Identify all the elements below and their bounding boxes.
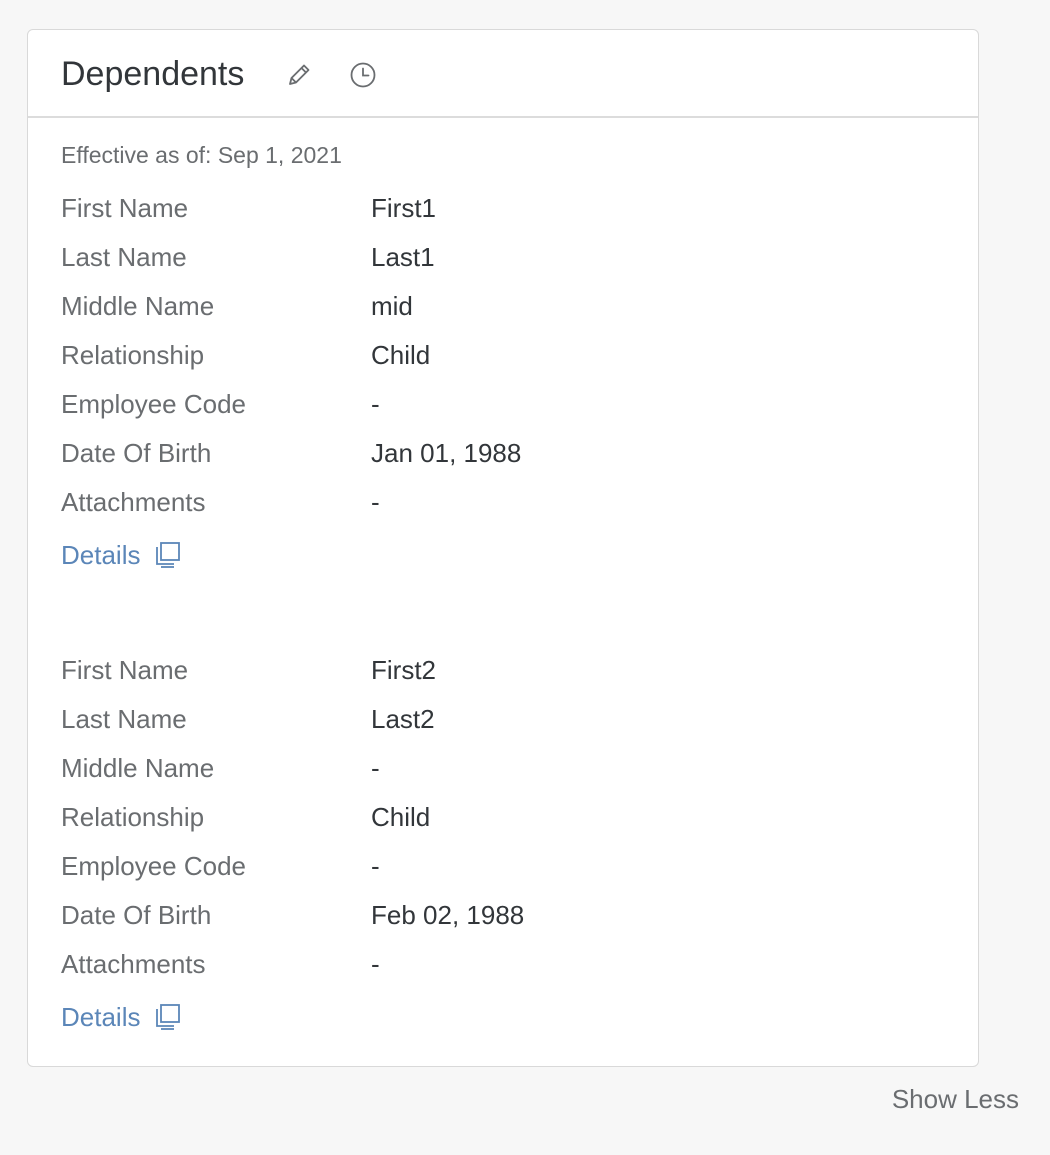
field-value: - — [371, 389, 380, 419]
field-label: Last Name — [61, 242, 187, 272]
card-title: Dependents — [61, 55, 245, 93]
field-row-employee-code: Employee Code - — [61, 842, 941, 891]
clock-icon[interactable] — [348, 60, 378, 90]
field-value: - — [371, 487, 380, 517]
field-row-employee-code: Employee Code - — [61, 380, 941, 429]
details-link[interactable]: Details — [61, 999, 182, 1035]
field-value: - — [371, 851, 380, 881]
field-value: Feb 02, 1988 — [371, 900, 525, 930]
field-label: Middle Name — [61, 753, 215, 783]
field-row-relationship: Relationship Child — [61, 331, 941, 380]
field-value: Last2 — [371, 704, 435, 734]
show-less-button[interactable]: Show Less — [892, 1084, 1019, 1115]
field-value: - — [371, 949, 380, 979]
field-row-attachments: Attachments - — [61, 940, 941, 989]
open-dialog-icon — [152, 1002, 182, 1032]
field-value: Jan 01, 1988 — [371, 438, 522, 468]
open-dialog-icon — [152, 540, 182, 570]
field-label: Date Of Birth — [61, 438, 212, 468]
field-label: Middle Name — [61, 291, 215, 321]
field-value: Child — [371, 802, 431, 832]
field-label: Relationship — [61, 802, 205, 832]
field-row-attachments: Attachments - — [61, 478, 941, 527]
field-row-middle-name: Middle Name mid — [61, 282, 941, 331]
details-link[interactable]: Details — [61, 537, 182, 573]
effective-date: Effective as of: Sep 1, 2021 — [61, 142, 342, 168]
field-row-last-name: Last Name Last1 — [61, 233, 941, 282]
field-row-middle-name: Middle Name - — [61, 744, 941, 793]
details-label: Details — [61, 1001, 141, 1032]
field-label: First Name — [61, 655, 189, 685]
field-row-date-of-birth: Date Of Birth Jan 01, 1988 — [61, 429, 941, 478]
details-label: Details — [61, 539, 141, 570]
dependent-block: First Name First2 Last Name Last2 Middle… — [61, 646, 941, 1035]
field-label: Date Of Birth — [61, 900, 212, 930]
card-header: Dependents — [28, 30, 978, 118]
field-label: Employee Code — [61, 851, 246, 881]
field-row-relationship: Relationship Child — [61, 793, 941, 842]
field-label: Relationship — [61, 340, 205, 370]
field-value: - — [371, 753, 380, 783]
field-value: mid — [371, 291, 413, 321]
field-value: Last1 — [371, 242, 435, 272]
field-label: Attachments — [61, 487, 206, 517]
pencil-icon[interactable] — [284, 60, 314, 90]
field-label: Attachments — [61, 949, 206, 979]
field-label: First Name — [61, 193, 189, 223]
field-row-date-of-birth: Date Of Birth Feb 02, 1988 — [61, 891, 941, 940]
field-row-first-name: First Name First1 — [61, 184, 941, 233]
field-label: Employee Code — [61, 389, 246, 419]
field-label: Last Name — [61, 704, 187, 734]
field-value: Child — [371, 340, 431, 370]
field-row-last-name: Last Name Last2 — [61, 695, 941, 744]
field-value: First2 — [371, 655, 436, 685]
field-row-first-name: First Name First2 — [61, 646, 941, 695]
dependents-card: Dependents Effective as of: Sep 1, 2021 … — [27, 29, 979, 1067]
field-value: First1 — [371, 193, 436, 223]
dependent-block: First Name First1 Last Name Last1 Middle… — [61, 184, 941, 573]
